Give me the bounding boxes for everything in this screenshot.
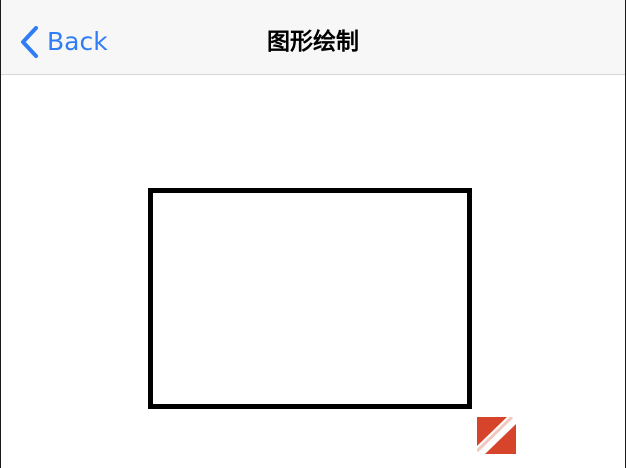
page-title: 图形绘制 bbox=[267, 29, 359, 55]
navigation-bar: Back 图形绘制 bbox=[1, 0, 625, 75]
screen: Back 图形绘制 bbox=[0, 0, 626, 468]
drawing-canvas bbox=[1, 75, 625, 468]
drawn-rectangle bbox=[148, 188, 472, 409]
red-diagonal-square-icon bbox=[477, 417, 516, 454]
